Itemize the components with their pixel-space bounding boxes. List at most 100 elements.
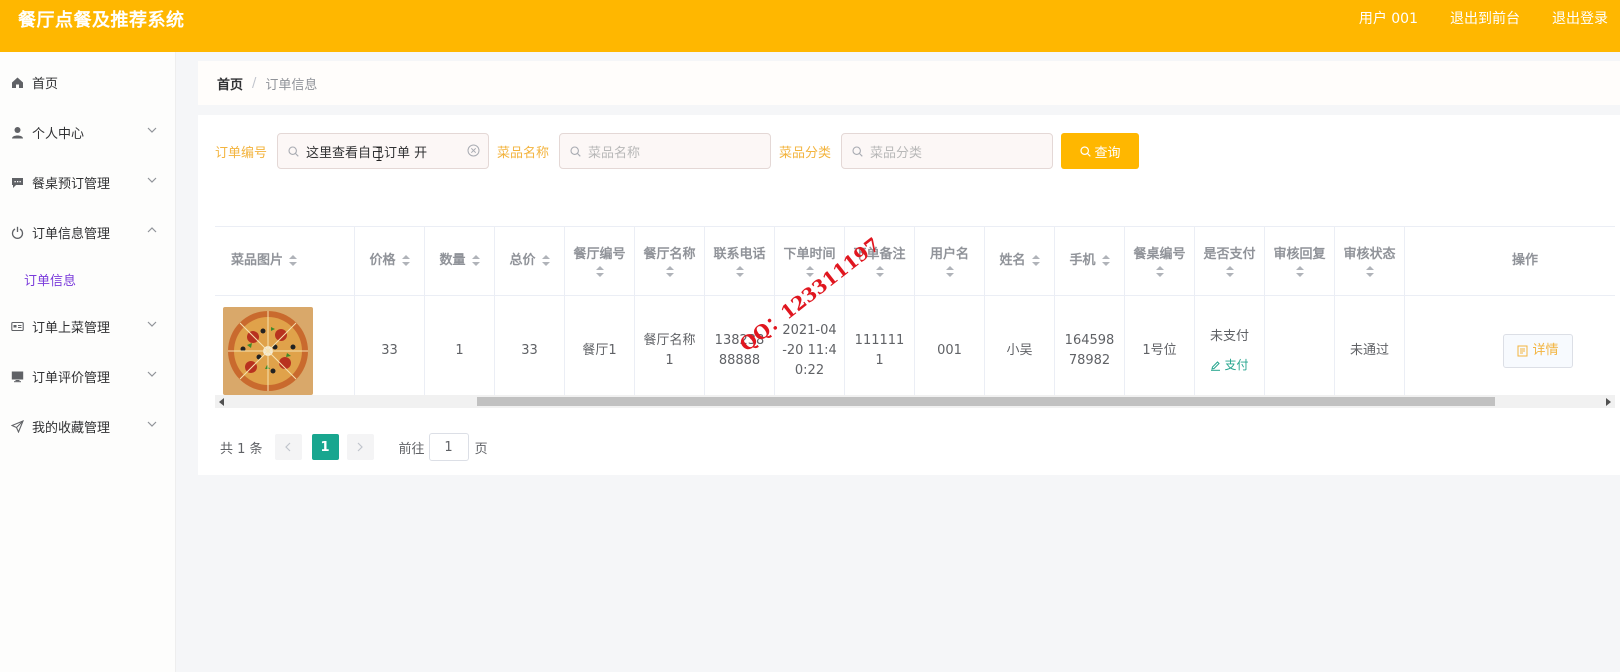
table-header: 菜品图片 价格 数量 总价 餐厅编号 餐厅名称 联系电话 下单时间 下单备注 用… — [215, 227, 1615, 296]
cell-quantity: 1 — [425, 296, 495, 406]
col-label: 餐厅编号 — [573, 247, 626, 262]
cell-restaurant-name: 餐厅名称1 — [635, 296, 705, 406]
col-paid[interactable]: 是否支付 — [1195, 227, 1265, 295]
current-user[interactable]: 用户 001 — [1359, 8, 1418, 28]
search-icon — [288, 146, 299, 157]
total-count: 共 1 条 — [220, 441, 263, 457]
col-total[interactable]: 总价 — [495, 227, 565, 295]
table-row: 33 1 33 餐厅1 餐厅名称1 13823888888 2021-04-20… — [215, 296, 1615, 407]
col-phone[interactable]: 联系电话 — [705, 227, 775, 295]
query-button-label: 查询 — [1094, 145, 1121, 161]
sidebar-item-serving-mgmt[interactable]: 订单上菜管理 — [0, 301, 175, 351]
order-no-input[interactable]: 这里查看自己订单 开 — [277, 133, 490, 169]
col-label: 餐厅名称 — [643, 247, 696, 262]
col-label: 价格 — [369, 253, 396, 268]
text-cursor-icon — [376, 147, 382, 161]
col-order-time[interactable]: 下单时间 — [775, 227, 845, 295]
sidebar-item-order-info-mgmt[interactable]: 订单信息管理 — [0, 207, 175, 257]
col-price[interactable]: 价格 — [355, 227, 425, 295]
sort-icon — [541, 255, 550, 267]
col-label: 姓名 — [999, 253, 1026, 268]
cell-phone: 13823888888 — [705, 296, 775, 406]
goto-page-input[interactable] — [428, 433, 469, 461]
app-title: 餐厅点餐及推荐系统 — [18, 10, 185, 31]
col-review-status[interactable]: 审核状态 — [1335, 227, 1405, 295]
sidebar-item-label: 订单评价管理 — [32, 370, 111, 386]
sidebar-item-review-mgmt[interactable]: 订单评价管理 — [0, 351, 175, 401]
sort-icon — [401, 255, 410, 267]
cell-order-time: 2021-04-20 11:40:22 — [775, 296, 845, 406]
breadcrumb: 首页 / 订单信息 — [198, 61, 1620, 105]
pay-button[interactable]: 支付 — [1210, 355, 1249, 375]
sort-icon — [1365, 266, 1374, 278]
breadcrumb-separator: / — [252, 75, 257, 91]
sort-icon — [1295, 266, 1304, 278]
query-button[interactable]: 查询 — [1061, 133, 1140, 169]
col-label: 餐桌编号 — [1133, 247, 1186, 262]
scroll-left-icon[interactable] — [219, 398, 224, 406]
horizontal-scrollbar[interactable] — [215, 395, 1615, 408]
detail-button[interactable]: 详情 — [1503, 334, 1573, 368]
dish-category-input[interactable]: 菜品分类 — [841, 133, 1054, 169]
col-remark[interactable]: 下单备注 — [845, 227, 915, 295]
send-icon — [10, 419, 24, 433]
dish-category-placeholder: 菜品分类 — [870, 145, 923, 161]
sidebar-item-label: 餐桌预订管理 — [32, 176, 111, 192]
chevron-down-icon — [147, 177, 157, 183]
col-username[interactable]: 用户名 — [915, 227, 985, 295]
sidebar-item-label: 首页 — [32, 76, 59, 92]
user-icon — [10, 125, 24, 139]
scrollbar-thumb[interactable] — [477, 397, 1495, 406]
col-label: 手机 — [1069, 253, 1096, 268]
col-mobile[interactable]: 手机 — [1055, 227, 1125, 295]
sidebar-item-favorites-mgmt[interactable]: 我的收藏管理 — [0, 401, 175, 451]
sidebar-item-label: 我的收藏管理 — [32, 420, 111, 436]
col-dish-image[interactable]: 菜品图片 — [215, 227, 355, 295]
prev-page-button[interactable] — [274, 434, 302, 460]
col-label: 菜品图片 — [231, 253, 284, 268]
col-label: 操作 — [1511, 253, 1538, 268]
cell-dish-image — [215, 296, 355, 406]
cell-total: 33 — [495, 296, 565, 406]
pizza-image — [223, 307, 313, 395]
search-form: 订单编号 这里查看自己订单 开 菜品名称 菜品名称 菜品分类 菜品分类 查询 — [215, 133, 1140, 169]
col-quantity[interactable]: 数量 — [425, 227, 495, 295]
logout-link[interactable]: 退出登录 — [1552, 8, 1608, 28]
col-label: 下单备注 — [853, 247, 906, 262]
cell-restaurant-no: 餐厅1 — [565, 296, 635, 406]
next-page-button[interactable] — [346, 434, 374, 460]
breadcrumb-home[interactable]: 首页 — [217, 74, 243, 93]
sidebar-item-table-booking[interactable]: 餐桌预订管理 — [0, 157, 175, 207]
col-label: 联系电话 — [713, 247, 766, 262]
sidebar-item-personal-center[interactable]: 个人中心 — [0, 107, 175, 157]
col-name[interactable]: 姓名 — [985, 227, 1055, 295]
col-table-no[interactable]: 餐桌编号 — [1125, 227, 1195, 295]
sort-icon — [735, 266, 744, 278]
col-restaurant-no[interactable]: 餐厅编号 — [565, 227, 635, 295]
scroll-right-icon[interactable] — [1606, 398, 1611, 406]
sort-icon — [665, 266, 674, 278]
sort-icon — [1031, 255, 1040, 267]
dish-name-input[interactable]: 菜品名称 — [559, 133, 772, 169]
cell-table-no: 1号位 — [1125, 296, 1195, 406]
cell-remark: 1111111 — [845, 296, 915, 406]
col-label: 数量 — [439, 253, 466, 268]
chevron-down-icon — [147, 421, 157, 427]
breadcrumb-current: 订单信息 — [265, 77, 318, 93]
col-actions: 操作 — [1405, 227, 1585, 295]
col-review-reply[interactable]: 审核回复 — [1265, 227, 1335, 295]
order-no-label: 订单编号 — [215, 145, 268, 161]
cell-price: 33 — [355, 296, 425, 406]
page-number-current[interactable]: 1 — [311, 434, 339, 460]
sort-icon — [1155, 266, 1164, 278]
sidebar-item-home[interactable]: 首页 — [0, 57, 175, 107]
sort-icon — [875, 266, 884, 278]
col-restaurant-name[interactable]: 餐厅名称 — [635, 227, 705, 295]
back-to-front-link[interactable]: 退出到前台 — [1450, 8, 1520, 28]
cell-actions: 详情 — [1405, 296, 1585, 406]
sort-icon — [1225, 266, 1234, 278]
clear-icon[interactable] — [467, 144, 480, 157]
search-icon — [852, 146, 863, 157]
sidebar-subitem-order-info[interactable]: 订单信息 — [0, 257, 175, 301]
top-header: 餐厅点餐及推荐系统 用户 001 退出到前台 退出登录 — [0, 0, 1620, 52]
